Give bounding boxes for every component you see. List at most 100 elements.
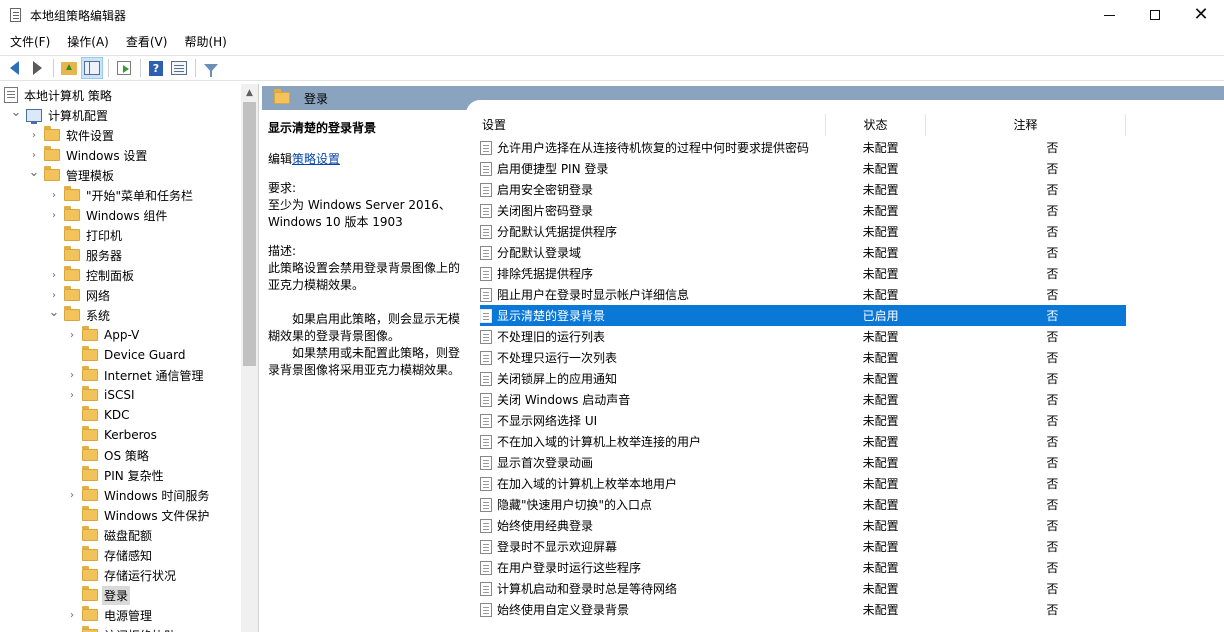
close-icon: ✕	[1193, 4, 1209, 25]
tree-item[interactable]: › 网络	[48, 285, 112, 305]
tree-item[interactable]: ›访问拒绝协助	[66, 625, 178, 632]
tree-item[interactable]: › App-V	[66, 325, 141, 345]
tree-item[interactable]: ⌄ 计算机配置	[10, 105, 110, 125]
tree-item[interactable]: › iSCSI	[66, 385, 137, 405]
setting-row[interactable]: 关闭锁屏上的应用通知 未配置 否	[480, 368, 1126, 389]
chevron-down-icon[interactable]: ⌄	[10, 105, 22, 120]
setting-row[interactable]: 不处理旧的运行列表 未配置 否	[480, 326, 1126, 347]
setting-note: 否	[1046, 204, 1059, 218]
tree-item[interactable]: › 电源管理	[66, 605, 154, 625]
tree-item[interactable]: › Windows 时间服务	[66, 485, 211, 505]
tree-item-label: App-V	[104, 328, 140, 342]
chevron-right-icon[interactable]: ›	[48, 289, 60, 301]
minimize-icon	[1103, 14, 1115, 16]
chevron-down-icon[interactable]: ⌄	[48, 305, 60, 320]
chevron-right-icon[interactable]: ›	[48, 269, 60, 281]
tree-item[interactable]: ›本地计算机 策略	[4, 85, 114, 105]
tree-item[interactable]: ›Device Guard	[66, 345, 187, 365]
help-button[interactable]: ?	[145, 57, 167, 79]
setting-note: 否	[1046, 393, 1059, 407]
scroll-up-icon[interactable]: ▲	[241, 84, 258, 101]
chevron-right-icon[interactable]: ›	[66, 609, 78, 621]
minimize-button[interactable]	[1086, 0, 1132, 30]
tree-item[interactable]: ›Kerberos	[66, 425, 159, 445]
menu-help[interactable]: 帮助(H)	[174, 32, 233, 52]
column-note[interactable]: 注释	[926, 114, 1126, 136]
chevron-right-icon[interactable]: ›	[48, 189, 60, 201]
edit-policy-link[interactable]: 策略设置	[292, 152, 340, 166]
column-setting[interactable]: 设置	[474, 114, 826, 136]
setting-note: 否	[1046, 309, 1059, 323]
tree-item[interactable]: › Internet 通信管理	[66, 365, 205, 385]
chevron-down-icon[interactable]: ⌄	[28, 165, 40, 180]
tree-scrollbar[interactable]: ▲	[241, 84, 258, 632]
tree-item[interactable]: › "开始"菜单和任务栏	[48, 185, 195, 205]
close-button[interactable]: ✕	[1178, 0, 1224, 30]
setting-row[interactable]: 关闭 Windows 启动声音 未配置 否	[480, 389, 1126, 410]
setting-row[interactable]: 不显示网络选择 UI 未配置 否	[480, 410, 1126, 431]
show-hide-tree-button[interactable]	[81, 57, 103, 79]
tree-item[interactable]: ⌄ 管理模板	[28, 165, 116, 185]
setting-note: 否	[1046, 267, 1059, 281]
tree-item[interactable]: › Windows 设置	[28, 145, 149, 165]
tree-item[interactable]: ⌄ 系统	[48, 305, 112, 325]
chevron-right-icon[interactable]: ›	[48, 209, 60, 221]
setting-row[interactable]: 不在加入域的计算机上枚举连接的用户 未配置 否	[480, 431, 1126, 452]
tree-item[interactable]: ›OS 策略	[66, 445, 151, 465]
setting-row[interactable]: 关闭图片密码登录 未配置 否	[480, 200, 1126, 221]
tree-item[interactable]: ›Windows 文件保护	[66, 505, 211, 525]
maximize-button[interactable]	[1132, 0, 1178, 30]
chevron-right-icon[interactable]: ›	[66, 489, 78, 501]
tree-item-label: 软件设置	[66, 128, 115, 143]
setting-row[interactable]: 计算机启动和登录时总是等待网络 未配置 否	[480, 578, 1126, 599]
chevron-right-icon[interactable]: ›	[28, 129, 40, 141]
chevron-right-icon[interactable]: ›	[66, 329, 78, 341]
column-state[interactable]: 状态	[826, 114, 926, 136]
filter-button[interactable]	[200, 57, 222, 79]
tree-item[interactable]: ›服务器	[48, 245, 124, 265]
setting-row[interactable]: 登录时不显示欢迎屏幕 未配置 否	[480, 536, 1126, 557]
setting-row[interactable]: 分配默认登录域 未配置 否	[480, 242, 1126, 263]
setting-name: 在加入域的计算机上枚举本地用户	[497, 477, 678, 491]
tree-item[interactable]: ›打印机	[48, 225, 124, 245]
tree-item[interactable]: ›存储感知	[66, 545, 154, 565]
menu-view[interactable]: 查看(V)	[116, 32, 175, 52]
tree-item[interactable]: ›PIN 复杂性	[66, 465, 166, 485]
setting-row[interactable]: 启用安全密钥登录 未配置 否	[480, 179, 1126, 200]
tree-item-label: KDC	[104, 408, 130, 422]
chevron-right-icon[interactable]: ›	[66, 389, 78, 401]
tree-item[interactable]: ›登录	[66, 585, 131, 605]
setting-row[interactable]: 在加入域的计算机上枚举本地用户 未配置 否	[480, 473, 1126, 494]
back-button[interactable]	[3, 57, 25, 79]
setting-row[interactable]: 分配默认凭据提供程序 未配置 否	[480, 221, 1126, 242]
folder-icon	[82, 606, 98, 621]
setting-row[interactable]: 排除凭据提供程序 未配置 否	[480, 263, 1126, 284]
setting-row[interactable]: 显示首次登录动画 未配置 否	[480, 452, 1126, 473]
chevron-right-icon[interactable]: ›	[66, 369, 78, 381]
setting-row[interactable]: 显示清楚的登录背景 已启用 否	[480, 305, 1126, 326]
tree-item[interactable]: ›存储运行状况	[66, 565, 178, 585]
setting-row[interactable]: 不处理只运行一次列表 未配置 否	[480, 347, 1126, 368]
setting-row[interactable]: 启用便捷型 PIN 登录 未配置 否	[480, 158, 1126, 179]
tree-item[interactable]: ›磁盘配额	[66, 525, 154, 545]
setting-row[interactable]: 始终使用经典登录 未配置 否	[480, 515, 1126, 536]
scrollbar-thumb[interactable]	[243, 102, 256, 366]
setting-row[interactable]: 允许用户选择在从连接待机恢复的过程中何时要求提供密码 未配置 否	[480, 137, 1126, 158]
export-list-button[interactable]	[113, 57, 135, 79]
setting-row[interactable]: 阻止用户在登录时显示帐户详细信息 未配置 否	[480, 284, 1126, 305]
menu-file[interactable]: 文件(F)	[0, 32, 57, 52]
chevron-right-icon[interactable]: ›	[28, 149, 40, 161]
tree-item[interactable]: › 软件设置	[28, 125, 116, 145]
setting-row[interactable]: 始终使用自定义登录背景 未配置 否	[480, 599, 1126, 620]
forward-button[interactable]	[26, 57, 48, 79]
setting-row[interactable]: 隐藏"快速用户切换"的入口点 未配置 否	[480, 494, 1126, 515]
menu-action[interactable]: 操作(A)	[57, 32, 116, 52]
setting-row[interactable]: 在用户登录时运行这些程序 未配置 否	[480, 557, 1126, 578]
tree-item[interactable]: ›KDC	[66, 405, 132, 425]
policy-setting-icon	[480, 266, 492, 281]
tree-item[interactable]: › Windows 组件	[48, 205, 169, 225]
up-one-level-button[interactable]	[58, 57, 80, 79]
properties-button[interactable]	[168, 57, 190, 79]
setting-name: 不在加入域的计算机上枚举连接的用户	[497, 435, 702, 449]
tree-item[interactable]: › 控制面板	[48, 265, 136, 285]
